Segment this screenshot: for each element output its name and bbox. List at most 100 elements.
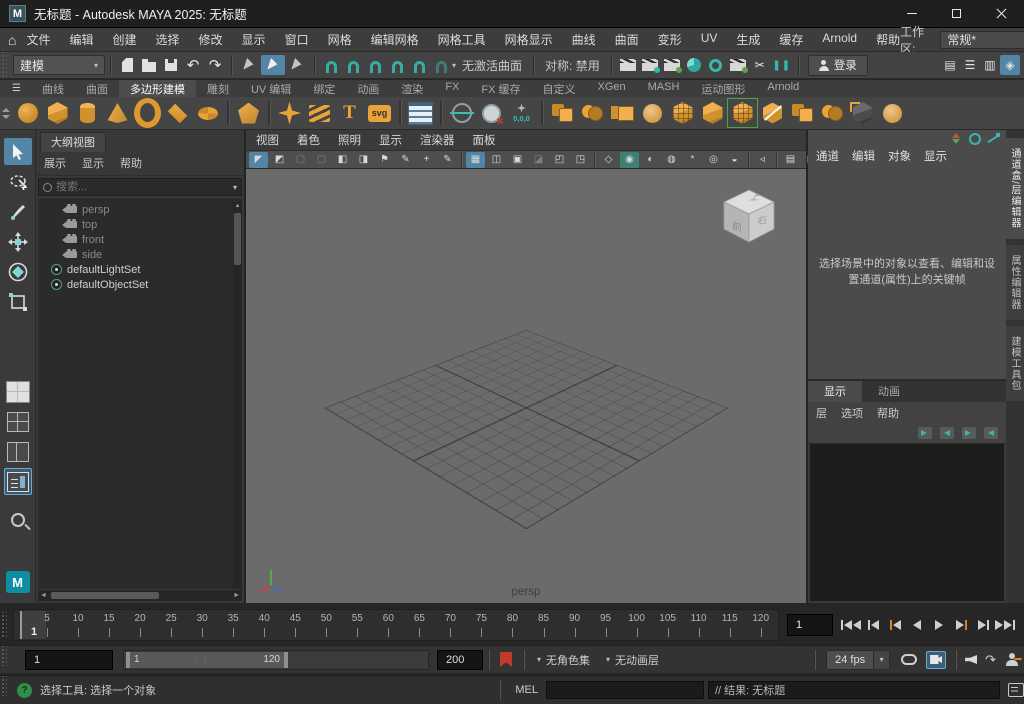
reset-transform-icon[interactable] <box>478 100 505 126</box>
step-back-key-button[interactable] <box>885 615 905 635</box>
isolate-select-icon[interactable]: ◃ <box>753 152 772 168</box>
shaded-mode-icon[interactable]: ◉ <box>620 152 639 168</box>
channel-box-menu-item[interactable]: 显示 <box>924 148 947 164</box>
outliner-tab[interactable]: 大纲视图 <box>40 132 106 152</box>
viewport-menu-item[interactable]: 视图 <box>256 132 279 148</box>
shelf-tab[interactable]: MASH <box>637 80 691 98</box>
viewport-snap-icon[interactable]: ◩ <box>270 152 289 168</box>
shelf-menu-icon[interactable]: ☰ <box>12 83 21 94</box>
menu-item[interactable]: 修改 <box>199 31 223 48</box>
shelf-icon[interactable] <box>268 101 270 125</box>
script-editor-icon[interactable] <box>1008 683 1024 697</box>
refresh-icon[interactable]: ↷ <box>985 652 996 668</box>
polygon-cone-icon[interactable] <box>104 100 131 126</box>
cut-icon[interactable]: ✂ <box>749 54 771 76</box>
shelf-tab[interactable]: 曲面 <box>75 80 119 98</box>
shelf-tab[interactable]: 雕刻 <box>196 80 240 98</box>
menu-item[interactable]: 选择 <box>156 31 180 48</box>
playblast-icon[interactable] <box>926 651 946 669</box>
play-backwards-button[interactable] <box>907 615 927 635</box>
open-scene-icon[interactable] <box>138 54 160 76</box>
channel-keyable-icon[interactable] <box>950 133 963 144</box>
playback-range-bar[interactable]: 1 ⋮⋮ 120 <box>126 652 288 668</box>
outliner-camera-item[interactable]: side <box>38 247 242 262</box>
side-tab[interactable]: 通道盒/层编辑器 <box>1006 138 1024 239</box>
crease-set-icon[interactable] <box>849 100 876 126</box>
menu-item[interactable]: 网格显示 <box>505 31 553 48</box>
shelf-tab[interactable]: Arnold <box>756 80 810 98</box>
timeslider-grip[interactable] <box>0 612 7 638</box>
scroll-right-icon[interactable]: ► <box>231 592 242 599</box>
menu-item[interactable]: 编辑 <box>69 31 93 48</box>
menu-item[interactable]: 曲线 <box>572 31 596 48</box>
select-hierarchy-icon[interactable] <box>237 55 261 75</box>
shelf-tab[interactable]: XGen <box>587 80 637 98</box>
polygon-plane-icon[interactable] <box>164 100 191 126</box>
viewport-menu-item[interactable]: 面板 <box>473 132 496 148</box>
rangebar-grip[interactable] <box>0 646 7 666</box>
outliner-set-item[interactable]: defaultLightSet <box>38 262 242 277</box>
channel-box-menu-item[interactable]: 对象 <box>888 148 911 164</box>
zoom-tool-button[interactable] <box>4 506 32 533</box>
shelf-icon[interactable] <box>440 101 442 125</box>
ambient-occlusion-icon[interactable]: ◎ <box>704 152 723 168</box>
snap-grid-icon[interactable] <box>320 54 342 76</box>
statusline-grip[interactable] <box>0 52 7 78</box>
channel-speed-icon[interactable] <box>969 133 981 145</box>
single-pane-layout-button[interactable] <box>4 378 32 405</box>
save-scene-icon[interactable] <box>160 54 182 76</box>
menu-item[interactable]: 编辑网格 <box>371 31 419 48</box>
menu-item[interactable]: 生成 <box>736 31 760 48</box>
camera-attributes-icon[interactable]: ◨ <box>354 152 373 168</box>
undo-icon[interactable]: ↶ <box>182 54 204 76</box>
wireframe-icon[interactable]: ◇ <box>599 152 618 168</box>
viewport-menu-item[interactable]: 照明 <box>338 132 361 148</box>
mel-command-input[interactable] <box>546 681 704 699</box>
range-end-handle[interactable] <box>284 652 288 668</box>
render-current-frame-icon[interactable] <box>639 54 661 76</box>
channel-box-menu-item[interactable]: 编辑 <box>852 148 875 164</box>
mirror-icon[interactable] <box>819 100 846 126</box>
grease-pencil-icon[interactable]: ✎ <box>438 152 457 168</box>
create-empty-layer-icon[interactable] <box>962 427 976 439</box>
render-view-icon[interactable] <box>617 54 639 76</box>
new-scene-icon[interactable] <box>116 54 138 76</box>
channel-box-menu-item[interactable]: 通道 <box>816 148 839 164</box>
camera-select-icon[interactable]: ◧ <box>333 152 352 168</box>
smooth-mesh-icon[interactable] <box>639 100 666 126</box>
menu-set-selector[interactable]: 建模 ▾ <box>13 55 105 75</box>
viewport-canvas[interactable]: 上 前 右 persp <box>246 169 806 603</box>
modeling-toolkit-table-icon[interactable] <box>407 100 434 126</box>
field-chart-icon[interactable]: ◪ <box>529 152 548 168</box>
film-gate-icon[interactable]: ▦ <box>466 152 485 168</box>
animation-preferences-icon[interactable] <box>1006 653 1018 666</box>
step-forward-frame-button[interactable] <box>973 615 993 635</box>
menu-item[interactable]: 曲面 <box>615 31 639 48</box>
current-time-field[interactable]: 1 <box>787 614 833 636</box>
shelf-icon[interactable] <box>227 101 229 125</box>
menu-item[interactable]: Arnold <box>822 31 857 48</box>
outliner-camera-item[interactable]: front <box>38 232 242 247</box>
arnold-render-icon[interactable] <box>683 54 705 76</box>
range-drag-grip[interactable]: ⋮⋮ <box>144 655 260 664</box>
viewport-menu-item[interactable]: 显示 <box>379 132 402 148</box>
side-tab[interactable]: 属性编辑器 <box>1006 245 1024 320</box>
live-surface-field[interactable]: 无激活曲面 <box>462 57 522 74</box>
login-button[interactable]: 登录 <box>808 55 868 76</box>
menu-item[interactable]: 帮助 <box>876 31 900 48</box>
move-layer-down-icon[interactable] <box>940 427 954 439</box>
ipr-render-icon[interactable] <box>661 54 683 76</box>
image-plane-icon[interactable]: ✎ <box>396 152 415 168</box>
viewport-menu-item[interactable]: 渲染器 <box>420 132 455 148</box>
menu-item[interactable]: 显示 <box>242 31 266 48</box>
pause-viewport-icon[interactable]: ❚❚ <box>771 54 793 76</box>
outliner-menu-item[interactable]: 显示 <box>82 155 104 171</box>
shelf-icon[interactable] <box>399 101 401 125</box>
play-forwards-button[interactable] <box>929 615 949 635</box>
go-to-start-button[interactable] <box>841 615 861 635</box>
shelf-tab[interactable]: 多边形建模 <box>119 80 196 98</box>
toggle-channel-box-icon[interactable]: ▥ <box>980 55 1000 75</box>
scale-tool-button[interactable] <box>4 288 32 315</box>
menu-item[interactable]: 网格工具 <box>438 31 486 48</box>
scroll-up-icon[interactable]: ▲ <box>233 202 242 211</box>
